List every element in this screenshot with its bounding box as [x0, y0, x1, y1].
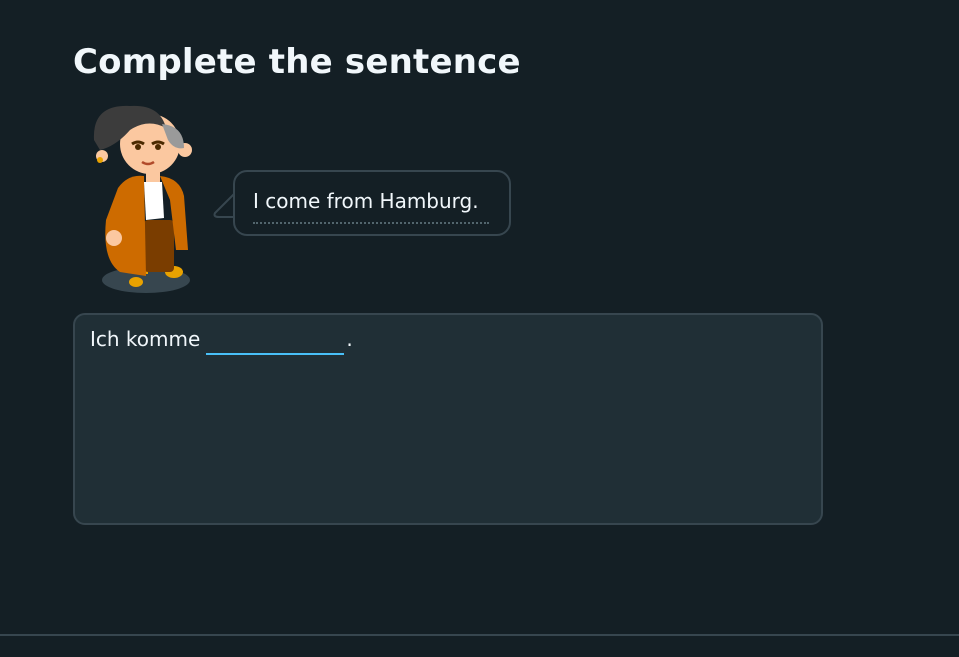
sentence-line: Ich komme .: [90, 327, 353, 355]
sentence-suffix: .: [346, 327, 353, 351]
speech-bubble: I come from Hamburg.: [233, 170, 511, 236]
speech-text[interactable]: I come from Hamburg.: [253, 189, 479, 213]
answer-area: Ich komme .: [73, 313, 823, 525]
page-title: Complete the sentence: [73, 42, 521, 82]
footer-divider: [0, 634, 959, 636]
character-illustration-icon: [93, 105, 192, 293]
answer-blank-input[interactable]: [206, 327, 345, 355]
hover-hint-underline: [253, 222, 489, 224]
sentence-prefix: Ich komme: [90, 327, 201, 351]
